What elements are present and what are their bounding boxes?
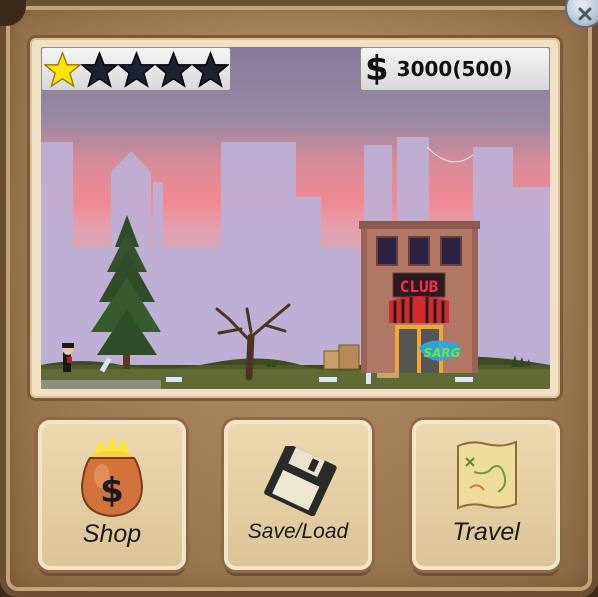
star-filled-icon xyxy=(44,50,81,88)
dollar-icon: $ xyxy=(365,49,389,89)
money-amount: 3000(500) xyxy=(396,57,513,81)
svg-text:$: $ xyxy=(100,471,124,511)
close-icon xyxy=(578,7,592,21)
city-scene[interactable]: CLUB SARG xyxy=(41,47,550,389)
save-load-label: Save/Load xyxy=(247,520,349,543)
star-empty-icon xyxy=(118,50,155,88)
star-rating xyxy=(41,47,231,91)
star-empty-icon xyxy=(81,50,118,88)
travel-button[interactable]: Travel xyxy=(412,420,560,570)
money-display: $ 3000(500) xyxy=(360,47,550,91)
travel-label: Travel xyxy=(452,518,520,546)
club-building[interactable]: CLUB SARG xyxy=(359,221,480,373)
star-empty-icon xyxy=(192,50,229,88)
shop-button[interactable]: $ Shop xyxy=(38,420,186,570)
graffiti: SARG xyxy=(423,346,460,360)
club-sign: CLUB xyxy=(400,277,439,296)
map-icon xyxy=(457,440,517,510)
floppy-disk-icon xyxy=(264,446,337,516)
save-load-button[interactable]: Save/Load xyxy=(224,420,372,570)
star-empty-icon xyxy=(155,50,192,88)
shop-label: Shop xyxy=(82,520,142,548)
money-bag-icon: $ xyxy=(80,436,144,518)
